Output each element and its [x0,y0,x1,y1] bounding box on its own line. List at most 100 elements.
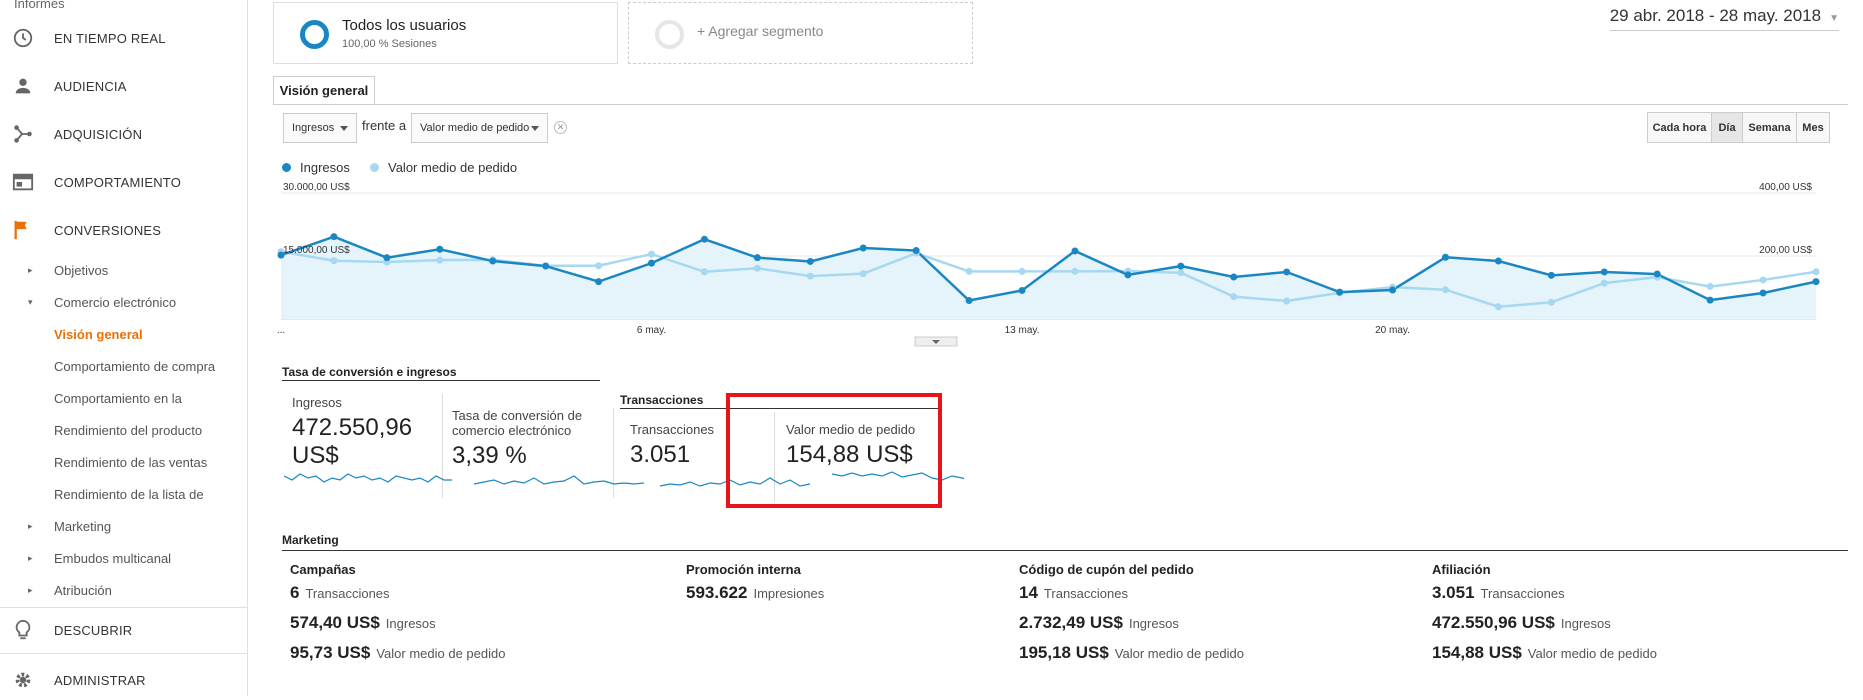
marketing-column-head: Promoción interna [686,562,801,577]
metric2-select[interactable]: Valor medio de pedido [411,113,548,143]
sidebar-subitem-shopping-behavior[interactable]: Comportamiento de compra [0,353,248,379]
right-tick-label: 200,00 US$ [1759,245,1812,256]
sidebar-subitem-list-performance[interactable]: Rendimiento de la lista de [0,481,248,507]
sidebar-item-label: ADMINISTRAR [54,672,146,688]
caret-right-icon: ▸ [28,264,33,275]
acquisition-icon [14,125,32,143]
sidebar-subitem-label: Visión general [54,326,143,342]
granularity-hourly-button[interactable]: Cada hora [1647,112,1712,143]
data-point-revenue [700,235,708,243]
sidebar-subitem-label: Comportamiento en la [54,390,182,406]
data-point-aov [965,267,973,275]
data-point-revenue [965,297,973,305]
granularity-weekly-button[interactable]: Semana [1742,112,1797,143]
data-point-aov [595,262,603,270]
metric-value: 472.550,96 US$ [292,414,413,469]
caret-right-icon: ▸ [28,584,33,595]
left-tick-label: 30.000,00 US$ [283,182,350,193]
date-range-picker[interactable]: 29 abr. 2018 - 28 may. 2018 ▼ [1609,6,1839,31]
sidebar-subitem-marketing[interactable]: ▸ Marketing [0,513,248,539]
sidebar-item-realtime[interactable]: EN TIEMPO REAL [0,18,248,58]
sidebar-subitem-label: Rendimiento de la lista de [54,486,204,502]
sidebar-subitem-ecommerce[interactable]: ▾ Comercio electrónico [0,289,248,315]
data-point-aov [1230,293,1238,301]
legend-dot [282,163,291,172]
data-point-revenue [1494,257,1502,265]
row-unit: Impresiones [753,586,825,601]
marketing-row[interactable]: 14 Transacciones [1019,583,1244,613]
chevron-down-icon: ▼ [1829,13,1839,24]
lightbulb-icon [15,619,31,640]
sidebar-subitem-multichannel[interactable]: ▸ Embudos multicanal [0,545,248,571]
revenue-aov-chart: 30.000,00 US$ 15.000,00 US$ 400,00 US$ 200,… [277,182,1820,347]
data-point-revenue [648,259,656,267]
data-point-aov [436,256,444,264]
add-segment-button[interactable]: + Agregar segmento [628,2,973,64]
sidebar-subitem-overview[interactable]: Visión general [0,321,248,347]
row-number: 593.622 [686,583,748,602]
sidebar-item-label: CONVERSIONES [54,222,162,238]
data-point-aov [1759,276,1767,284]
data-point-revenue [1441,253,1449,261]
marketing-row[interactable]: 472.550,96 US$ Ingresos [1432,613,1657,643]
marketing-column-affiliation: Afiliación 3.051 Transacciones 472.550,96… [1432,562,1657,673]
sidebar-item-acquisition[interactable]: ADQUISICIÓN [0,114,248,154]
marketing-column-head: Campañas [290,562,356,577]
data-point-aov [806,272,814,280]
sidebar-subitem-objectives[interactable]: ▸ Objetivos [0,257,248,283]
metric-revenue[interactable]: Ingresos 472.550,96 US$ [292,395,442,470]
data-point-revenue [1389,286,1397,294]
marketing-row[interactable]: 593.622 Impresiones [686,583,824,613]
sparkline-revenue [284,473,452,483]
data-point-revenue [806,257,814,265]
sidebar-item-audience[interactable]: AUDIENCIA [0,66,248,106]
sidebar-subitem-attribution[interactable]: ▸ Atribución [0,577,248,603]
marketing-row[interactable]: 6 Transacciones [290,583,505,613]
marketing-row[interactable]: 154,88 US$ Valor medio de pedido [1432,643,1657,673]
sidebar-item-conversions[interactable]: CONVERSIONES [0,210,248,250]
remove-comparison-icon[interactable]: ✕ [554,121,567,134]
section-title-transactions: Transacciones [620,393,704,407]
reports-label: Informes [14,0,65,11]
section-title-marketing: Marketing [282,533,339,547]
marketing-column-campaigns: Campañas 6 Transacciones 574,40 US$ Ingres… [290,562,505,673]
marketing-row[interactable]: 3.051 Transacciones [1432,583,1657,613]
granularity-monthly-button[interactable]: Mes [1796,112,1830,143]
metric-conversion-rate[interactable]: Tasa de conversión de comercio electróni… [452,408,612,470]
marketing-row[interactable]: 195,18 US$ Valor medio de pedido [1019,643,1244,673]
data-point-aov [1494,303,1502,311]
sidebar-item-admin[interactable]: ADMINISTRAR [0,660,248,700]
marketing-row[interactable]: 574,40 US$ Ingresos [290,613,505,643]
legend-item-aov[interactable]: Valor medio de pedido [370,160,517,175]
tab-overview[interactable]: Visión general [273,76,375,104]
metric-name: Tasa de conversión de comercio electróni… [452,408,583,438]
marketing-row[interactable]: 2.732,49 US$ Ingresos [1019,613,1244,643]
sidebar-subitem-label: Rendimiento de las ventas [54,454,208,470]
section-underline [282,380,600,381]
row-number: 14 [1019,583,1038,602]
row-number: 6 [290,583,300,602]
sidebar-subitem-label: Comportamiento de compra [54,358,216,374]
caret-right-icon: ▸ [28,520,33,531]
legend-label: Ingresos [300,160,350,175]
section-underline [282,550,1848,551]
sidebar-item-discover[interactable]: DESCUBRIR [0,610,248,650]
sidebar-subitem-product-performance[interactable]: Rendimiento del producto [0,417,248,443]
data-point-aov [1812,268,1820,276]
metric1-select[interactable]: Ingresos [283,113,357,143]
metric2-value: Valor medio de pedido [420,122,530,134]
granularity-daily-button[interactable]: Día [1711,112,1743,143]
data-point-aov [1177,269,1185,277]
sidebar-subitem-sales-performance[interactable]: Rendimiento de las ventas [0,449,248,475]
segment-all-users[interactable]: Todos los usuarios 100,00 % Sesiones [273,2,618,64]
data-point-revenue [753,254,761,262]
metric1-value: Ingresos [292,122,335,134]
row-number: 2.732,49 US$ [1019,613,1123,632]
highlight-box [726,393,942,508]
marketing-row[interactable]: 95,73 US$ Valor medio de pedido [290,643,505,673]
legend-item-revenue[interactable]: Ingresos [282,160,350,175]
row-unit: Transacciones [1480,586,1565,601]
metric-name: Ingresos [292,395,342,410]
sidebar-item-behavior[interactable]: COMPORTAMIENTO [0,162,248,202]
sidebar-subitem-checkout-behavior[interactable]: Comportamiento en la [0,385,248,411]
